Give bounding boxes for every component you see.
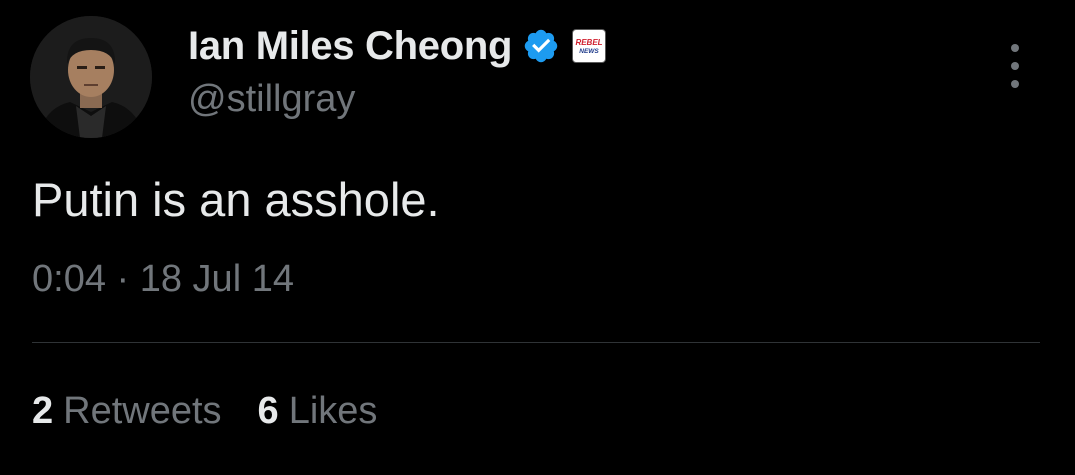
retweets-label: Retweets [63, 390, 222, 432]
tweet-header: Ian Miles Cheong REBEL NEWS @stillgray [188, 22, 607, 132]
affiliate-text-rebel: REBEL [576, 38, 603, 47]
likes-label: Likes [288, 390, 378, 432]
divider [32, 342, 1040, 343]
more-dot [1011, 44, 1019, 52]
verified-badge-icon[interactable] [522, 27, 560, 65]
likes-count: 6 [257, 390, 279, 432]
likes-stat[interactable]: 6 Likes [258, 390, 378, 433]
avatar[interactable] [30, 16, 152, 138]
more-dot [1011, 80, 1019, 88]
user-handle[interactable]: @stillgray [188, 78, 606, 121]
tweet-timestamp[interactable]: 0:04 · 18 Jul 14 [32, 258, 294, 301]
tweet-card: Ian Miles Cheong REBEL NEWS @stillgray P… [0, 0, 1075, 475]
retweets-stat[interactable]: 2 Retweets [32, 390, 222, 433]
retweets-count: 2 [32, 390, 54, 432]
affiliate-badge-icon[interactable]: REBEL NEWS [572, 29, 607, 63]
tweet-text: Putin is an asshole. [32, 173, 440, 226]
name-row: Ian Miles Cheong REBEL NEWS [188, 22, 607, 70]
display-name[interactable]: Ian Miles Cheong [188, 24, 512, 69]
more-options-icon[interactable] [998, 44, 1032, 88]
affiliate-text-news: NEWS [579, 48, 599, 55]
more-dot [1011, 62, 1019, 70]
tweet-stats: 2 Retweets 6 Likes [32, 390, 413, 433]
